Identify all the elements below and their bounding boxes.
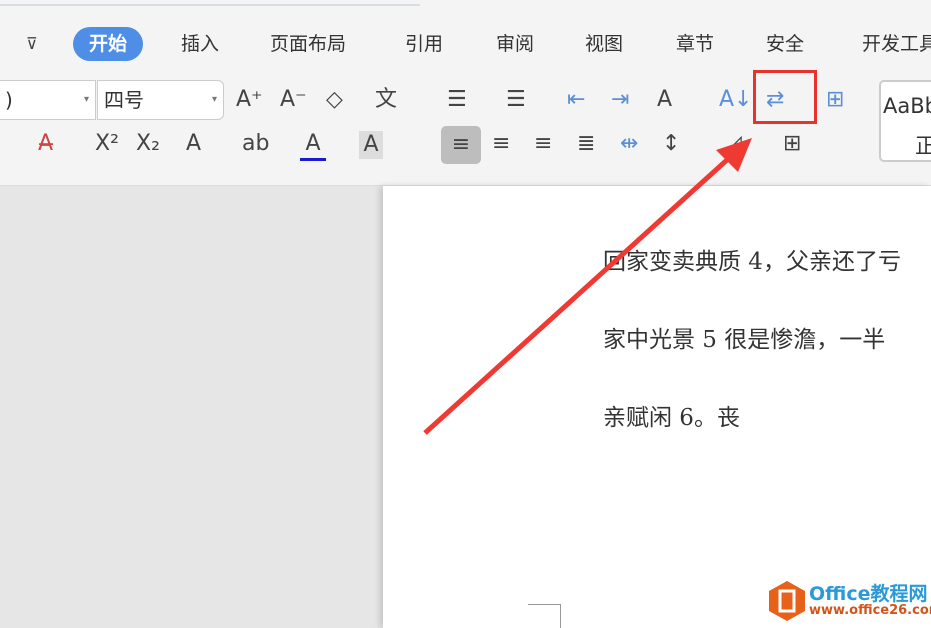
logo-title: Office教程网 [809,583,928,605]
watermark-logo: Office教程网 www.office26.com [765,575,931,625]
red-arrow [423,138,752,435]
office-logo-icon [769,581,805,621]
logo-url: www.office26.com [809,603,931,618]
